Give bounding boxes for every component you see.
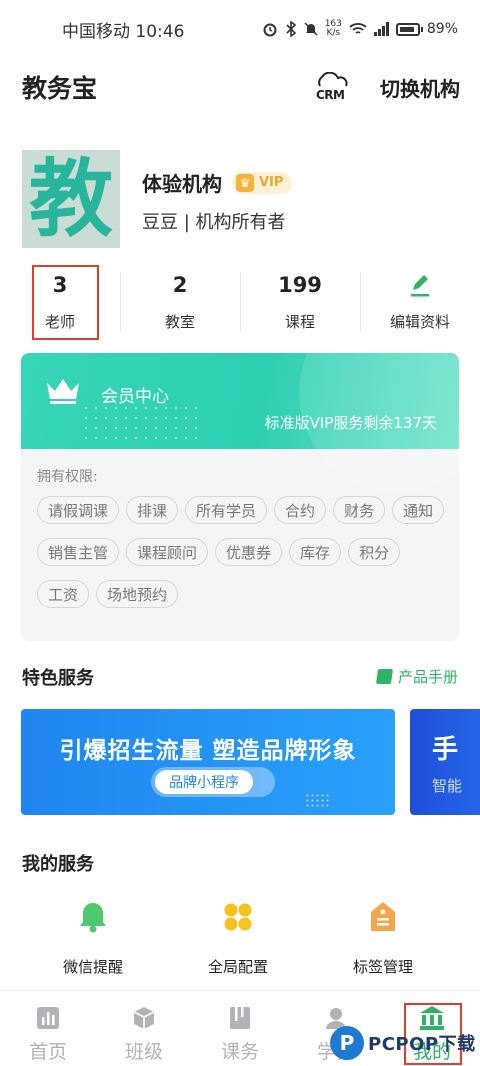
stat-classrooms[interactable]: 2 教室 <box>120 262 240 342</box>
banner2-subtitle: 智能 <box>432 777 463 795</box>
tag-icon <box>366 900 400 934</box>
tab-home[interactable]: 首页 <box>0 991 96 1066</box>
tab-label: 课务 <box>220 1041 259 1063</box>
vip-badge: ♛ VIP <box>232 171 293 194</box>
product-manual-link[interactable]: 产品手册 <box>375 666 458 687</box>
stat-label: 编辑资料 <box>389 312 450 331</box>
banner2-title: 手 <box>432 735 459 765</box>
org-name: 体验机构 <box>142 172 222 196</box>
banner-slogan: 引爆招生流量 塑造品牌形象 <box>59 738 357 764</box>
my-services-title: 我的服务 <box>22 854 94 875</box>
service-label: 全局配置 <box>207 958 268 976</box>
vip-remaining: 标准版VIP服务剩余137天 <box>264 414 437 432</box>
member-center-card[interactable]: 会员中心 标准版VIP服务剩余137天 拥有权限: 请假调课 排课 所有学员 合… <box>21 353 459 641</box>
service-label: 标签管理 <box>352 958 413 976</box>
signal-icon <box>373 22 389 36</box>
user-role: 豆豆 | 机构所有者 <box>142 212 286 233</box>
product-manual-label: 产品手册 <box>397 668 458 686</box>
permission-tag: 库存 <box>289 538 342 566</box>
permission-tag: 请假调课 <box>37 496 120 524</box>
battery-icon <box>395 22 423 36</box>
bell-icon <box>76 900 110 934</box>
service-label: 微信提醒 <box>62 958 123 976</box>
promo-banner-secondary[interactable]: 手 智能 <box>410 709 480 815</box>
switch-org-button[interactable]: 切换机构 <box>380 73 460 102</box>
org-row: 体验机构 ♛ VIP <box>142 168 293 197</box>
permission-tag: 工资 <box>37 580 90 608</box>
app-title: 教务宝 <box>22 74 98 103</box>
tab-label: 班级 <box>124 1041 163 1063</box>
stat-value: 2 <box>172 272 188 297</box>
app-header: 教务宝 CRM 切换机构 <box>0 58 480 116</box>
member-banner: 会员中心 标准版VIP服务剩余137天 <box>21 353 459 493</box>
grid-icon <box>221 900 255 934</box>
banner-pill: 品牌小程序 <box>155 770 253 794</box>
permission-tag: 财务 <box>333 496 386 524</box>
permission-tag: 场地预约 <box>96 580 179 608</box>
carrier-time: 中国移动 10:46 <box>62 21 185 42</box>
permission-tags: 请假调课 排课 所有学员 合约 财务 通知 销售主管 课程顾问 优惠券 库存 积… <box>37 496 447 608</box>
teacher-highlight-box <box>32 265 99 340</box>
pencil-icon <box>408 273 432 297</box>
stat-label: 课程 <box>284 312 315 331</box>
book-icon <box>375 669 394 684</box>
permission-tag: 所有学员 <box>185 496 268 524</box>
avatar[interactable]: 教 <box>22 150 120 248</box>
mute-icon <box>304 22 318 36</box>
permission-tag: 课程顾问 <box>126 538 209 566</box>
net-speed: 163 K/s <box>324 19 342 38</box>
crown-icon <box>47 379 79 404</box>
box-icon <box>131 1005 157 1031</box>
promo-banner-mini-program[interactable]: 引爆招生流量 塑造品牌形象 品牌小程序 <box>21 709 395 815</box>
vip-label: VIP <box>259 175 284 190</box>
stat-value: 199 <box>278 272 322 297</box>
member-center-title: 会员中心 <box>101 387 169 407</box>
permission-tag: 积分 <box>348 538 401 566</box>
crown-icon: ♛ <box>236 173 254 192</box>
watermark-text: PCPOP下载 <box>368 1034 476 1055</box>
tab-label: 首页 <box>28 1041 67 1063</box>
alarm-icon <box>263 23 277 37</box>
system-icons: 163 K/s 89% <box>262 20 458 38</box>
book-icon <box>227 1005 253 1031</box>
chart-icon <box>35 1005 61 1031</box>
permission-tag: 排课 <box>126 496 179 524</box>
permission-tag: 通知 <box>392 496 445 524</box>
service-wechat-reminder[interactable]: 微信提醒 <box>13 900 173 990</box>
permission-tag: 优惠券 <box>215 538 283 566</box>
profile-card: 教 体验机构 ♛ VIP 豆豆 | 机构所有者 <box>22 150 462 250</box>
watermark: P PCPOP下载 <box>330 1020 480 1066</box>
crm-label: CRM <box>316 88 345 102</box>
battery-level: 89% <box>426 21 458 37</box>
permission-tag: 销售主管 <box>37 538 120 566</box>
bluetooth-icon <box>286 21 296 37</box>
permission-tag: 合约 <box>274 496 327 524</box>
service-global-config[interactable]: 全局配置 <box>158 900 318 990</box>
watermark-logo-icon: P <box>330 1026 364 1060</box>
status-bar: 中国移动 10:46 163 K/s 89% <box>0 0 480 58</box>
tab-classes[interactable]: 班级 <box>96 991 192 1066</box>
wifi-icon <box>349 23 367 34</box>
featured-services-title: 特色服务 <box>22 668 94 689</box>
permissions-label: 拥有权限: <box>37 469 98 485</box>
edit-profile-button[interactable]: 编辑资料 <box>360 262 480 342</box>
tab-courses[interactable]: 课务 <box>192 991 288 1066</box>
crm-button[interactable]: CRM <box>314 72 352 102</box>
stat-label: 教室 <box>164 312 195 331</box>
service-tag-management[interactable]: 标签管理 <box>303 900 463 990</box>
stat-courses[interactable]: 199 课程 <box>240 262 360 342</box>
